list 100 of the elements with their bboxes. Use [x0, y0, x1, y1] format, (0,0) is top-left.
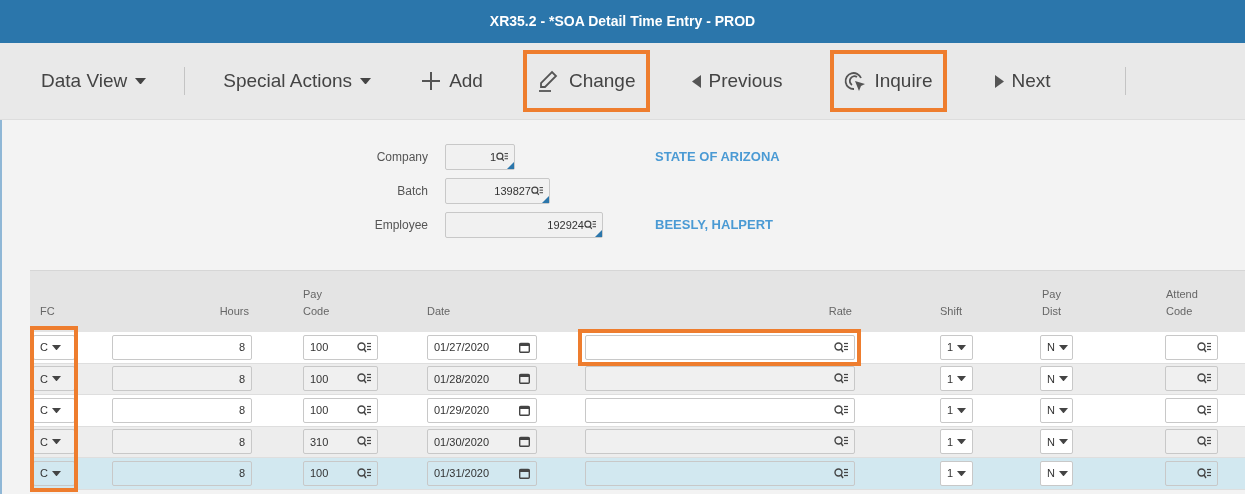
input-field[interactable]: [1165, 460, 1218, 486]
menu-button[interactable]: Data View: [27, 50, 161, 112]
caret-icon: [957, 407, 967, 413]
plus-icon: [421, 71, 442, 91]
caret-icon: [51, 344, 61, 350]
lookup-icon[interactable]: [834, 404, 848, 416]
column-header: FC: [40, 305, 55, 317]
date-field[interactable]: 01/30/2020: [427, 429, 537, 455]
lookup-icon[interactable]: [834, 467, 848, 479]
calendar-icon[interactable]: [519, 404, 530, 416]
lookup-icon[interactable]: [1197, 436, 1211, 448]
caret-icon: [957, 376, 967, 382]
lookup-icon[interactable]: [1197, 373, 1211, 385]
input-field[interactable]: 100: [303, 334, 378, 360]
column-header: Rate: [828, 305, 852, 317]
caret-icon: [51, 376, 61, 382]
input-field[interactable]: 8: [112, 460, 252, 486]
input-field[interactable]: [1165, 334, 1218, 360]
lookup-icon[interactable]: [1197, 341, 1211, 353]
column-header: Pay: [1042, 288, 1061, 300]
lookup-icon[interactable]: [584, 220, 596, 230]
dropdown[interactable]: N: [1040, 334, 1073, 360]
field-label: Employee: [373, 217, 429, 234]
date-field[interactable]: 01/28/2020: [427, 366, 537, 392]
column-header: Shift: [940, 305, 962, 317]
dropdown[interactable]: N: [1040, 460, 1073, 486]
input-field[interactable]: 8: [112, 366, 252, 392]
calendar-icon[interactable]: [519, 341, 530, 353]
left-triangle-icon: [691, 74, 701, 88]
input-field[interactable]: [585, 397, 855, 423]
input-field[interactable]: [1165, 397, 1218, 423]
field-label: Company: [375, 149, 429, 166]
lookup-icon[interactable]: [834, 373, 848, 385]
input-field[interactable]: 310: [303, 429, 378, 455]
toolbar-button[interactable]: Next: [980, 50, 1065, 112]
toolbar-button[interactable]: Previous: [677, 50, 797, 112]
dropdown[interactable]: 1: [940, 366, 973, 392]
lookup-icon[interactable]: [357, 436, 371, 448]
caret-icon: [51, 470, 61, 476]
caret-icon: [1058, 407, 1068, 413]
lookup-icon[interactable]: [357, 467, 371, 479]
field-label: Batch: [396, 183, 429, 200]
dropdown[interactable]: C: [33, 366, 75, 392]
toolbar-button[interactable]: Inquire: [830, 50, 947, 112]
caret-icon: [957, 470, 967, 476]
dropdown[interactable]: N: [1040, 366, 1073, 392]
input-field[interactable]: 139827: [445, 178, 550, 204]
lookup-icon[interactable]: [1197, 467, 1211, 479]
date-field[interactable]: 01/31/2020: [427, 460, 537, 486]
date-field[interactable]: 01/29/2020: [427, 397, 537, 423]
caret-icon: [51, 407, 61, 413]
input-field[interactable]: 192924: [445, 212, 603, 238]
calendar-icon[interactable]: [519, 373, 530, 385]
input-field[interactable]: [585, 460, 855, 486]
dropdown[interactable]: N: [1040, 397, 1073, 423]
menu-button[interactable]: Special Actions: [209, 50, 386, 112]
toolbar-button[interactable]: Change: [522, 50, 650, 112]
input-field[interactable]: 100: [303, 397, 378, 423]
input-field[interactable]: [585, 366, 855, 392]
date-field[interactable]: 01/27/2020: [427, 334, 537, 360]
input-field[interactable]: 8: [112, 429, 252, 455]
toolbar-button[interactable]: Add: [407, 50, 497, 112]
dropdown[interactable]: 1: [940, 460, 973, 486]
lookup-icon[interactable]: [834, 341, 848, 353]
dropdown[interactable]: C: [33, 429, 75, 455]
caret-icon: [1058, 376, 1068, 382]
dropdown[interactable]: 1: [940, 397, 973, 423]
input-field[interactable]: 100: [303, 366, 378, 392]
input-field[interactable]: 8: [112, 334, 252, 360]
calendar-icon[interactable]: [519, 436, 530, 448]
input-field[interactable]: [585, 334, 855, 360]
dropdown[interactable]: C: [33, 460, 75, 486]
dropdown[interactable]: C: [33, 334, 75, 360]
dropdown[interactable]: 1: [940, 334, 973, 360]
lookup-icon[interactable]: [834, 436, 848, 448]
lookup-icon[interactable]: [496, 152, 508, 162]
caret-icon: [51, 439, 61, 445]
lookup-icon[interactable]: [531, 186, 543, 196]
column-header: Date: [427, 305, 451, 317]
caret-icon: [1058, 439, 1068, 445]
dropdown[interactable]: C: [33, 397, 75, 423]
lookup-icon[interactable]: [1197, 404, 1211, 416]
input-field[interactable]: 8: [112, 397, 252, 423]
column-header: Code: [1166, 305, 1193, 317]
input-field[interactable]: [585, 429, 855, 455]
dropdown[interactable]: 1: [940, 429, 973, 455]
caret-icon: [360, 77, 372, 85]
dropdown[interactable]: N: [1040, 429, 1073, 455]
input-field[interactable]: [1165, 429, 1218, 455]
lookup-icon[interactable]: [357, 373, 371, 385]
input-field[interactable]: [1165, 366, 1218, 392]
calendar-icon[interactable]: [519, 467, 530, 479]
field-description: STATE OF ARIZONA: [655, 148, 780, 167]
input-field[interactable]: 1: [445, 144, 515, 170]
corner-triangle-icon: [542, 196, 549, 203]
column-header: Pay: [303, 288, 322, 300]
lookup-icon[interactable]: [357, 341, 371, 353]
lookup-icon[interactable]: [357, 404, 371, 416]
caret-icon: [1058, 344, 1068, 350]
input-field[interactable]: 100: [303, 460, 378, 486]
